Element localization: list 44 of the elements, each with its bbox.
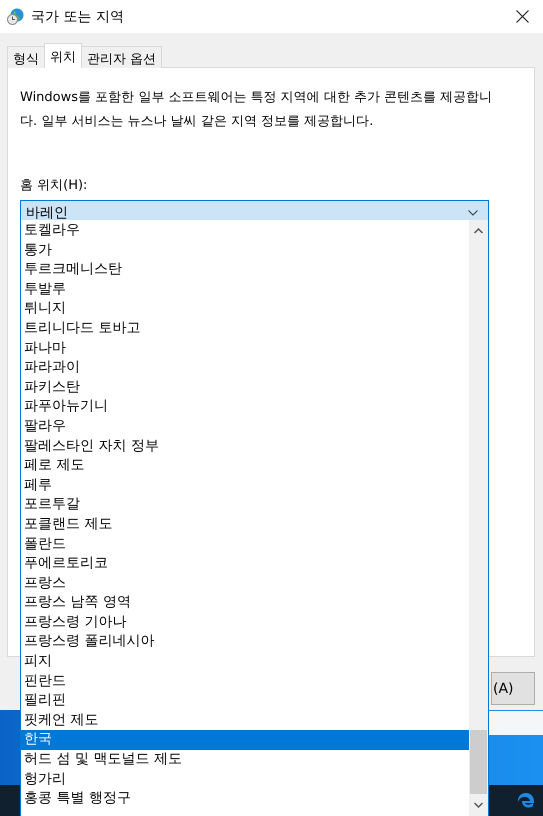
list-item[interactable]: 폴란드	[21, 534, 469, 554]
list-item[interactable]: 페루	[21, 476, 469, 496]
list-item[interactable]: 프랑스령 폴리네시아	[21, 632, 469, 652]
browser-icon[interactable]	[517, 792, 535, 810]
close-icon[interactable]	[516, 10, 529, 23]
scrollbar[interactable]	[469, 220, 488, 816]
list-item[interactable]: 핏케언 제도	[21, 710, 469, 730]
description-text: Windows를 포함한 일부 소프트웨어는 특정 지역에 대한 추가 콘텐츠를 제공합니다. 일부 서비스는 뉴스나 날씨 같은 지역 정보를 제공합니다.	[20, 89, 494, 131]
list-item[interactable]: 파나마	[21, 338, 469, 358]
window-title: 국가 또는 지역	[31, 8, 125, 26]
list-item[interactable]: 파키스탄	[21, 378, 469, 398]
scroll-up-icon[interactable]	[474, 228, 483, 234]
list-item[interactable]: 푸에르토리코	[21, 554, 469, 574]
list-item[interactable]: 투발루	[21, 280, 469, 300]
globe-icon	[7, 8, 24, 25]
list-item[interactable]: 프랑스	[21, 574, 469, 594]
scrollbar-thumb[interactable]	[470, 730, 487, 794]
list-item[interactable]: 파푸아뉴기니	[21, 397, 469, 417]
list-item[interactable]: 페로 제도	[21, 456, 469, 476]
list-item[interactable]: 포클랜드 제도	[21, 514, 469, 534]
chevron-down-icon	[468, 210, 478, 216]
list-item[interactable]: 팔레스타인 자치 정부	[21, 436, 469, 456]
tab[interactable]: 형식	[7, 46, 45, 68]
list-item[interactable]: 핀란드	[21, 672, 469, 692]
list-item[interactable]: 허드 섬 및 맥도널드 제도	[21, 750, 469, 770]
list-item[interactable]: 투르크메니스탄	[21, 260, 469, 280]
tab[interactable]: 위치	[44, 43, 82, 68]
list-item[interactable]: 트리니다드 토바고	[21, 318, 469, 339]
list-item[interactable]: 필리핀	[21, 691, 469, 711]
list-item[interactable]: 한국	[21, 730, 469, 750]
field-label: 홈 위치(H):	[20, 177, 88, 194]
list-item[interactable]: 피지	[21, 652, 469, 672]
list-item[interactable]: 파라과이	[21, 358, 469, 378]
list-item[interactable]: 튀니지	[21, 299, 469, 319]
list-item[interactable]: 헝가리	[21, 770, 469, 790]
list-item[interactable]: 포르투갈	[21, 495, 469, 515]
list-item[interactable]: 프랑스 남쪽 영역	[21, 593, 469, 613]
list-item[interactable]: 팔라우	[21, 416, 469, 437]
list-item[interactable]: 홍콩 특별 행정구	[21, 789, 469, 809]
scroll-down-icon[interactable]	[474, 802, 483, 808]
tab[interactable]: 관리자 옵션	[81, 46, 162, 68]
apply-button[interactable]: (A)	[491, 672, 535, 705]
list-item[interactable]: 프랑스령 기아나	[21, 612, 469, 632]
list-item[interactable]: 통가	[21, 240, 469, 260]
